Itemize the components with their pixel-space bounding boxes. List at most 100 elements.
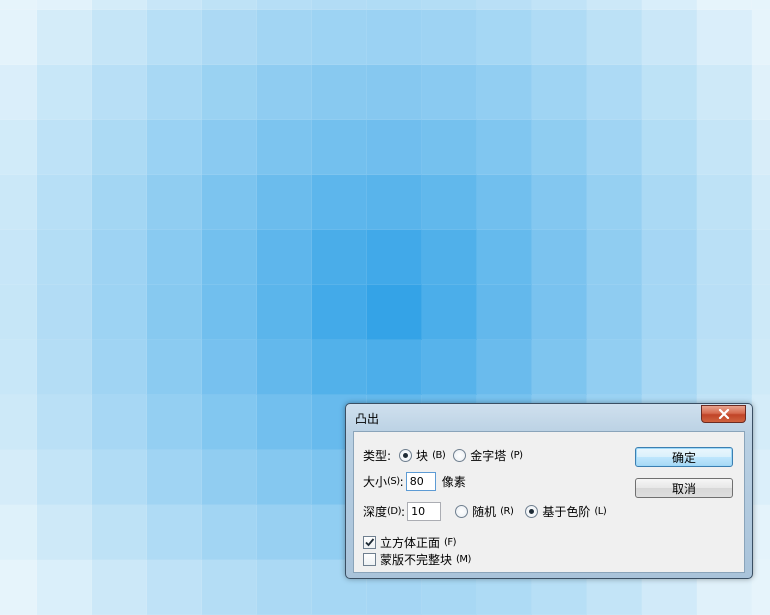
block-tile (202, 505, 257, 560)
mask-incomplete-checkbox[interactable] (363, 553, 376, 566)
block-tile (642, 65, 697, 120)
block-tile (257, 505, 312, 560)
size-colon: : (399, 474, 404, 489)
block-tile (92, 10, 147, 65)
block-tile (752, 505, 770, 560)
cube-front-hotkey: (F) (444, 537, 457, 548)
checkbox-cube-front-row: 立方体正面 (F) (363, 534, 457, 551)
block-tile (477, 120, 532, 175)
check-mark-icon (365, 538, 375, 547)
block-tile (202, 340, 257, 395)
depth-option-level[interactable]: 基于色阶 (L) (525, 503, 607, 520)
block-tile (422, 175, 477, 230)
block-tile (587, 10, 642, 65)
block-tile (697, 120, 752, 175)
depth-input[interactable] (407, 502, 442, 521)
block-tile (752, 560, 770, 615)
block-tile (92, 340, 147, 395)
block-tile (422, 120, 477, 175)
block-tile (312, 120, 367, 175)
block-tile (0, 0, 37, 10)
size-input[interactable] (405, 472, 436, 491)
close-button[interactable] (701, 405, 746, 423)
block-tile (477, 65, 532, 120)
block-tile (202, 560, 257, 615)
type-pyramid-radio[interactable] (453, 449, 467, 462)
block-tile (532, 10, 587, 65)
block-tile (312, 285, 367, 340)
mask-incomplete-label: 蒙版不完整块 (380, 553, 453, 567)
type-block-label: 块 (416, 449, 429, 463)
block-tile (37, 230, 92, 285)
cancel-button[interactable]: 取消 (635, 478, 733, 498)
block-tile (92, 175, 147, 230)
block-tile (202, 10, 257, 65)
block-tile (312, 10, 367, 65)
block-tile (92, 285, 147, 340)
block-tile (752, 395, 770, 450)
block-tile (752, 340, 770, 395)
block-tile (367, 10, 422, 65)
block-tile (147, 65, 202, 120)
block-tile (37, 450, 92, 505)
block-tile (422, 230, 477, 285)
block-tile (367, 285, 422, 340)
type-block-radio[interactable] (399, 449, 413, 462)
block-tile (0, 395, 37, 450)
mask-incomplete-option[interactable]: 蒙版不完整块 (M) (363, 551, 471, 568)
block-tile (202, 65, 257, 120)
block-tile (202, 450, 257, 505)
block-tile (697, 230, 752, 285)
dialog-body: 类型: 块 (B) 金字塔 (P) 大小 (S) : 像素 深度 (D) : (353, 431, 745, 573)
block-tile (697, 340, 752, 395)
block-tile (532, 120, 587, 175)
depth-random-radio[interactable] (455, 505, 469, 518)
block-tile (587, 230, 642, 285)
block-tile (37, 10, 92, 65)
depth-label: 深度 (363, 505, 388, 519)
depth-level-radio[interactable] (525, 505, 539, 518)
block-tile (92, 120, 147, 175)
block-tile (422, 0, 477, 10)
block-tile (0, 10, 37, 65)
block-tile (92, 560, 147, 615)
dialog-titlebar[interactable]: 凸出 (346, 404, 752, 431)
block-tile (0, 175, 37, 230)
block-tile (477, 285, 532, 340)
cube-front-option[interactable]: 立方体正面 (F) (363, 534, 457, 551)
block-tile (697, 285, 752, 340)
block-tile (257, 395, 312, 450)
depth-level-label: 基于色阶 (542, 505, 591, 519)
block-tile (147, 0, 202, 10)
depth-option-random[interactable]: 随机 (R) (455, 503, 514, 520)
depth-hotkey: (D) (387, 506, 402, 517)
block-tile (312, 230, 367, 285)
block-tile (92, 0, 147, 10)
block-tile (587, 65, 642, 120)
type-pyramid-hotkey: (P) (510, 450, 523, 461)
block-tile (257, 10, 312, 65)
block-tile (532, 175, 587, 230)
depth-random-hotkey: (R) (500, 506, 514, 517)
block-tile (257, 0, 312, 10)
block-tile (312, 65, 367, 120)
size-hotkey: (S) (387, 476, 400, 487)
block-tile (37, 120, 92, 175)
type-option-block[interactable]: 块 (B) (399, 447, 446, 464)
block-tile (642, 0, 697, 10)
block-tile (257, 230, 312, 285)
checkbox-mask-row: 蒙版不完整块 (M) (363, 551, 471, 568)
block-tile (147, 10, 202, 65)
ok-button[interactable]: 确定 (635, 447, 733, 467)
block-tile (642, 340, 697, 395)
block-tile (587, 120, 642, 175)
block-tile (92, 230, 147, 285)
size-label: 大小 (363, 475, 388, 489)
block-tile (532, 285, 587, 340)
block-tile (0, 120, 37, 175)
type-row: 类型: 块 (B) 金字塔 (P) (363, 447, 523, 464)
cube-front-label: 立方体正面 (380, 536, 441, 550)
cube-front-checkbox[interactable] (363, 536, 376, 549)
block-tile (752, 175, 770, 230)
type-option-pyramid[interactable]: 金字塔 (P) (453, 447, 523, 464)
